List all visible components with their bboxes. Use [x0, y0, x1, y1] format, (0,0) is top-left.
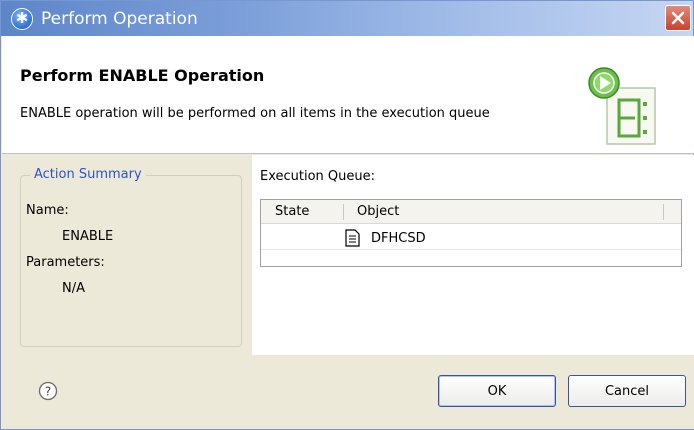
execute-queue-graphic: [588, 67, 656, 145]
help-icon[interactable]: ?: [38, 381, 58, 401]
execution-queue-table[interactable]: State Object DFHCSD: [260, 199, 682, 267]
action-summary-pane: Action Summary Name: ENABLE Parameters: …: [2, 155, 252, 355]
column-header-object[interactable]: Object: [357, 204, 399, 219]
perform-operation-dialog: ✱ Perform Operation Perform ENABLE Opera…: [0, 0, 694, 430]
column-separator[interactable]: [343, 204, 344, 220]
title-bar[interactable]: ✱ Perform Operation: [1, 1, 693, 36]
document-icon: [345, 229, 360, 247]
column-separator[interactable]: [663, 204, 664, 220]
name-value: ENABLE: [62, 229, 114, 244]
column-header-state[interactable]: State: [275, 204, 309, 219]
parameters-label: Parameters:: [26, 255, 105, 270]
cancel-button[interactable]: Cancel: [568, 375, 686, 407]
execution-queue-label: Execution Queue:: [260, 169, 376, 184]
content-area: Action Summary Name: ENABLE Parameters: …: [2, 155, 694, 355]
button-bar: ? OK Cancel: [2, 355, 694, 429]
asterisk-icon: ✱: [11, 7, 33, 30]
parameters-value: N/A: [62, 281, 85, 296]
svg-text:?: ?: [45, 385, 51, 399]
banner-title: Perform ENABLE Operation: [20, 66, 265, 85]
window-title: Perform Operation: [41, 8, 198, 29]
row-object-cell: DFHCSD: [345, 229, 426, 247]
banner-description: ENABLE operation will be performed on al…: [20, 106, 490, 121]
row-object-name: DFHCSD: [371, 230, 426, 246]
close-icon: [671, 11, 685, 25]
ok-button[interactable]: OK: [438, 375, 556, 407]
close-button[interactable]: [665, 5, 691, 31]
header-banner: Perform ENABLE Operation ENABLE operatio…: [2, 36, 694, 154]
table-row[interactable]: DFHCSD: [261, 224, 681, 250]
name-label: Name:: [26, 203, 69, 218]
action-summary-legend: Action Summary: [30, 167, 146, 182]
table-header: State Object: [261, 200, 681, 224]
